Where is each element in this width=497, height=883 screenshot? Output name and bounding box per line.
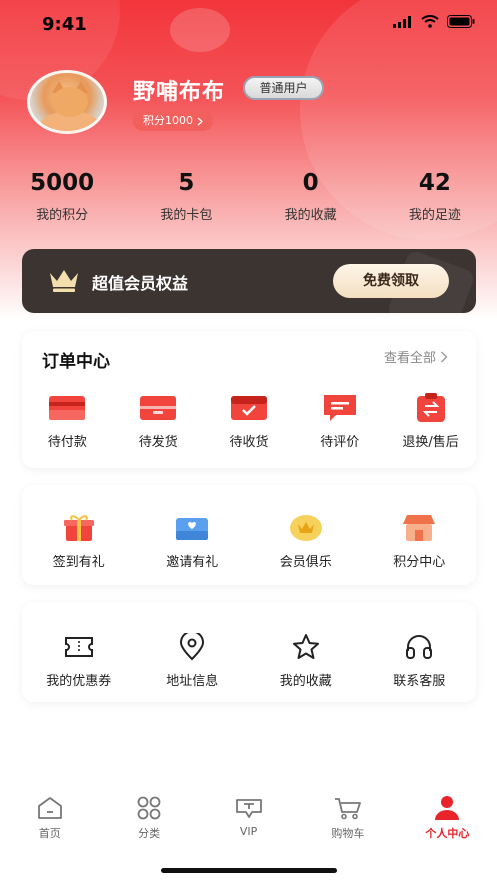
status-bar: 9:41 bbox=[0, 0, 497, 48]
home-indicator bbox=[161, 868, 337, 873]
customer-service-item[interactable]: 联系客服 bbox=[363, 632, 477, 689]
order-pending-payment[interactable]: 待付款 bbox=[22, 393, 113, 450]
services-card: 签到有礼 邀请有礼 会员俱乐 积分中心 bbox=[22, 485, 476, 585]
tab-label: 分类 bbox=[138, 827, 161, 840]
username: 野哺布布 bbox=[133, 80, 226, 105]
tab-cart[interactable]: 购物车 bbox=[298, 795, 397, 855]
location-icon bbox=[179, 632, 205, 662]
gift-icon bbox=[63, 513, 94, 543]
wifi-icon bbox=[421, 15, 439, 28]
tool-label: 我的优惠券 bbox=[46, 674, 112, 689]
headset-icon bbox=[405, 632, 433, 662]
services-row: 签到有礼 邀请有礼 会员俱乐 积分中心 bbox=[22, 513, 476, 570]
status-time: 9:41 bbox=[42, 14, 87, 35]
bottom-tab-bar: 首页 分类 VIP 购物车 个人中心 bbox=[0, 795, 497, 855]
battery-icon bbox=[447, 15, 475, 28]
order-center-title: 订单中心 bbox=[42, 352, 110, 372]
tab-label: VIP bbox=[239, 825, 258, 838]
crown-icon bbox=[50, 270, 78, 292]
stat-favorites[interactable]: 0 我的收藏 bbox=[249, 168, 373, 223]
box-check-icon bbox=[230, 393, 267, 423]
tools-row: 我的优惠券 地址信息 我的收藏 联系客服 bbox=[22, 632, 476, 689]
my-favorites-item[interactable]: 我的收藏 bbox=[249, 632, 363, 689]
member-club-item[interactable]: 会员俱乐 bbox=[249, 513, 363, 570]
points-center-item[interactable]: 积分中心 bbox=[363, 513, 477, 570]
grid-icon bbox=[136, 795, 162, 821]
order-pending-shipment[interactable]: 待发货 bbox=[113, 393, 204, 450]
cart-icon bbox=[334, 795, 362, 821]
chevron-right-icon bbox=[197, 117, 203, 125]
shop-icon bbox=[403, 513, 436, 543]
my-coupons-item[interactable]: 我的优惠券 bbox=[22, 632, 136, 689]
tab-label: 个人中心 bbox=[425, 827, 470, 840]
stat-cards[interactable]: 5 我的卡包 bbox=[124, 168, 248, 223]
view-all-link[interactable]: 查看全部 bbox=[384, 347, 448, 366]
star-icon bbox=[292, 632, 320, 662]
wallet-icon bbox=[49, 393, 86, 423]
tab-label: 购物车 bbox=[331, 827, 365, 840]
stat-label: 我的积分 bbox=[36, 208, 89, 223]
ticket-icon bbox=[64, 632, 94, 662]
service-label: 邀请有礼 bbox=[166, 555, 219, 570]
order-status-row: 待付款 待发货 待收货 待评价 退换/售后 bbox=[22, 393, 476, 450]
tool-label: 联系客服 bbox=[393, 674, 446, 689]
service-label: 会员俱乐 bbox=[279, 555, 332, 570]
tab-label: 首页 bbox=[38, 827, 61, 840]
stat-label: 我的足迹 bbox=[408, 208, 461, 223]
order-status-label: 待付款 bbox=[47, 435, 87, 450]
service-label: 签到有礼 bbox=[52, 555, 105, 570]
vip-banner-text: 超值会员权益 bbox=[92, 274, 189, 293]
stats-row: 5000 我的积分 5 我的卡包 0 我的收藏 42 我的足迹 bbox=[0, 168, 497, 223]
vip-banner[interactable]: 超值会员权益 免费领取 bbox=[22, 249, 476, 313]
member-level-badge: 普通用户 bbox=[243, 76, 324, 100]
invite-gift-item[interactable]: 邀请有礼 bbox=[136, 513, 250, 570]
address-info-item[interactable]: 地址信息 bbox=[136, 632, 250, 689]
stat-value: 5 bbox=[178, 170, 195, 196]
status-icons bbox=[393, 15, 475, 28]
invite-icon bbox=[176, 513, 209, 543]
service-label: 积分中心 bbox=[393, 555, 446, 570]
order-pending-receipt[interactable]: 待收货 bbox=[204, 393, 295, 450]
tools-card: 我的优惠券 地址信息 我的收藏 联系客服 bbox=[22, 602, 476, 702]
home-icon bbox=[37, 795, 63, 821]
tool-label: 地址信息 bbox=[166, 674, 219, 689]
stat-value: 0 bbox=[302, 170, 319, 196]
stat-value: 5000 bbox=[30, 170, 95, 196]
points-label: 积分1000 bbox=[143, 114, 193, 127]
order-center-card: 订单中心 查看全部 待付款 待发货 待收货 待评价 退换/售后 bbox=[22, 331, 476, 468]
stat-label: 我的收藏 bbox=[284, 208, 337, 223]
points-pill[interactable]: 积分1000 bbox=[133, 111, 213, 131]
crown-icon bbox=[289, 513, 322, 543]
signal-icon bbox=[393, 15, 411, 28]
order-returns[interactable]: 退换/售后 bbox=[385, 393, 476, 450]
tab-profile[interactable]: 个人中心 bbox=[398, 795, 497, 855]
package-icon bbox=[140, 393, 177, 423]
comment-icon bbox=[322, 393, 358, 423]
order-status-label: 待评价 bbox=[320, 435, 360, 450]
tab-vip[interactable]: VIP bbox=[199, 795, 298, 855]
chevron-right-icon bbox=[441, 351, 448, 362]
tab-home[interactable]: 首页 bbox=[0, 795, 99, 855]
order-status-label: 待收货 bbox=[229, 435, 269, 450]
order-status-label: 待发货 bbox=[138, 435, 178, 450]
order-pending-review[interactable]: 待评价 bbox=[294, 393, 385, 450]
stat-value: 42 bbox=[418, 170, 451, 196]
view-all-label: 查看全部 bbox=[383, 351, 436, 366]
stat-points[interactable]: 5000 我的积分 bbox=[0, 168, 124, 223]
tool-label: 我的收藏 bbox=[279, 674, 332, 689]
avatar[interactable] bbox=[27, 70, 107, 134]
stat-label: 我的卡包 bbox=[160, 208, 213, 223]
person-icon bbox=[434, 795, 460, 821]
return-icon bbox=[415, 393, 447, 423]
vip-icon bbox=[235, 795, 263, 821]
avatar-cat-face bbox=[52, 87, 88, 117]
order-status-label: 退换/售后 bbox=[402, 435, 459, 450]
checkin-gift-item[interactable]: 签到有礼 bbox=[22, 513, 136, 570]
stat-footprints[interactable]: 42 我的足迹 bbox=[373, 168, 497, 223]
tab-category[interactable]: 分类 bbox=[99, 795, 198, 855]
free-claim-button[interactable]: 免费领取 bbox=[333, 264, 449, 298]
